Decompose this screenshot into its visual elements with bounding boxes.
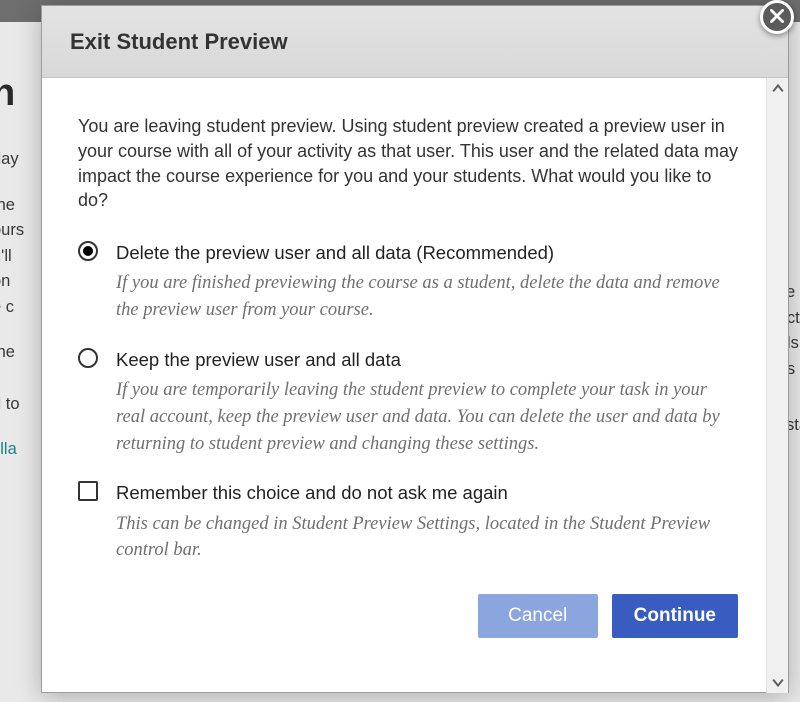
continue-button[interactable]: Continue (612, 594, 738, 638)
option-keep-label: Keep the preview user and all data (116, 348, 738, 372)
dialog-title: Exit Student Preview (70, 29, 288, 55)
option-keep-preview-user[interactable]: Keep the preview user and all data If yo… (78, 348, 738, 457)
option-delete-preview-user[interactable]: Delete the preview user and all data (Re… (78, 241, 738, 324)
option-delete-desc: If you are finished previewing the cours… (116, 270, 738, 324)
dialog-header: Exit Student Preview (42, 6, 788, 78)
radio-keep[interactable] (78, 348, 102, 372)
close-icon (770, 8, 784, 26)
scroll-up-icon[interactable] (767, 78, 789, 100)
checkbox-remember[interactable] (78, 481, 102, 505)
remember-desc: This can be changed in Student Preview S… (116, 511, 738, 565)
dialog-scrollbar[interactable] (766, 78, 788, 693)
scroll-down-icon[interactable] (767, 671, 789, 693)
option-remember-choice[interactable]: Remember this choice and do not ask me a… (78, 481, 738, 564)
radio-delete[interactable] (78, 241, 102, 265)
dialog-body: You are leaving student preview. Using s… (42, 78, 766, 693)
option-delete-label: Delete the preview user and all data (Re… (116, 241, 738, 265)
remember-label: Remember this choice and do not ask me a… (116, 481, 738, 505)
exit-student-preview-dialog: Exit Student Preview You are leaving stu… (41, 5, 789, 693)
close-button[interactable] (760, 0, 794, 34)
dialog-button-row: Cancel Continue (78, 594, 738, 638)
option-keep-desc: If you are temporarily leaving the stude… (116, 377, 738, 457)
dialog-intro-text: You are leaving student preview. Using s… (78, 114, 738, 213)
cancel-button[interactable]: Cancel (478, 594, 598, 638)
